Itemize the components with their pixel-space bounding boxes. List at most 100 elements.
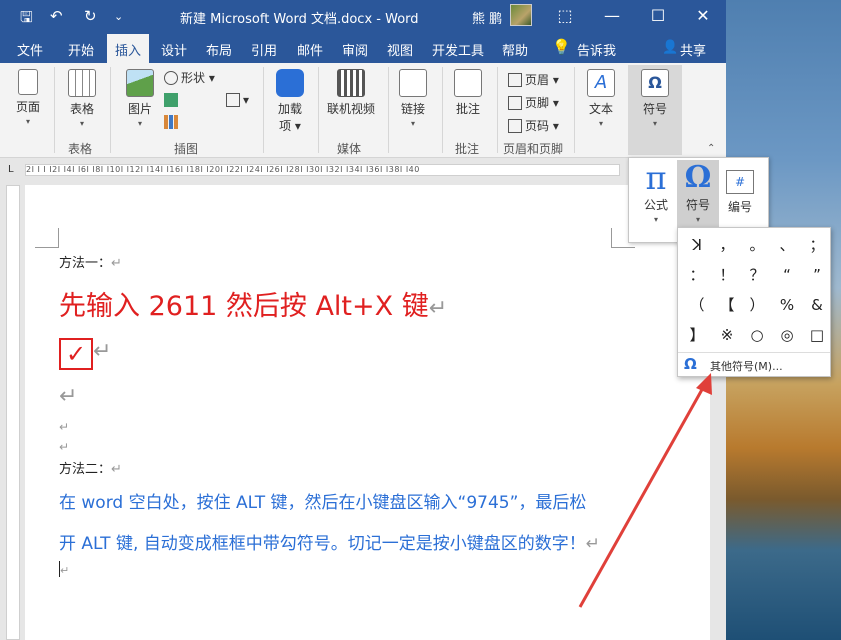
word-window: 🖫 ↶ ↻ ⌄ 新建 Microsoft Word 文档.docx - Word… [0, 0, 726, 640]
omega-icon: Ω [684, 160, 712, 195]
equation-button[interactable]: π 公式 ▾ [635, 160, 677, 236]
tell-me-box[interactable]: 告诉我 [577, 40, 616, 59]
symbol-cell[interactable]: ； [802, 230, 832, 260]
symbol-cell[interactable]: ” [802, 260, 832, 290]
cursor-line: ↵ [59, 561, 69, 578]
equation-label: 公式 [643, 198, 668, 212]
divider [442, 67, 443, 153]
tab-developer[interactable]: 开发工具 [432, 40, 484, 59]
divider [54, 67, 55, 153]
collapse-ribbon-icon[interactable]: ⌃ [707, 143, 715, 154]
empty-line: ↵ [59, 384, 77, 409]
symbol-cell[interactable]: & [802, 290, 832, 320]
number-button[interactable]: # 编号 [719, 160, 761, 236]
page-number-icon [508, 119, 522, 133]
screenshot-button[interactable]: ▾ [226, 93, 249, 107]
symbol-button[interactable]: Ω 符号 ▾ [677, 160, 719, 236]
tab-mailings[interactable]: 邮件 [297, 40, 323, 59]
page-icon [18, 69, 38, 95]
tab-help[interactable]: 帮助 [502, 40, 528, 59]
symbol-cell[interactable]: （ [682, 290, 712, 320]
customize-icon[interactable]: ⌄ [114, 10, 123, 23]
paragraph-line-1: 在 word 空白处，按住 ALT 键，然后在小键盘区输入“9745”，最后松 [59, 488, 586, 513]
online-video-button[interactable]: 联机视频 [324, 69, 378, 117]
symbol-cell[interactable]: ， [712, 230, 742, 260]
symbol-cell[interactable]: 【 [712, 290, 742, 320]
avatar[interactable] [510, 4, 532, 26]
window-title: 新建 Microsoft Word 文档.docx - Word [180, 12, 419, 27]
symbols-button[interactable]: Ω 符号 ▾ [628, 65, 682, 155]
user-name[interactable]: 熊 鹏 [472, 8, 502, 27]
text-button[interactable]: A 文本 ▾ [582, 69, 620, 128]
chevron-down-icon: ▾ [25, 117, 30, 126]
group-header-footer-label: 页眉和页脚 [503, 142, 564, 156]
share-button[interactable]: 共享 [680, 40, 706, 59]
maximize-icon[interactable]: ☐ [643, 6, 673, 25]
tab-stop-icon[interactable]: L [8, 164, 14, 175]
chart-button[interactable] [164, 115, 181, 129]
horizontal-ruler[interactable]: 2I I I I2I I4I I6I I8I I10I I12I I14I I1… [25, 164, 620, 176]
footer-button[interactable]: 页脚 ▾ [508, 94, 559, 111]
page-number-label: 页码 [525, 119, 550, 133]
paragraph-mark: ↵ [59, 420, 70, 434]
header-label: 页眉 [525, 73, 550, 87]
method1-line: 方法一：↵ [59, 252, 122, 271]
paragraph-mark: ↵ [60, 564, 70, 577]
symbol-cell[interactable]: ！ [712, 260, 742, 290]
symbol-cell[interactable]: 、 [772, 230, 802, 260]
online-video-label: 联机视频 [326, 102, 375, 116]
divider [388, 67, 389, 153]
paragraph-line-2: 开 ALT 键, 自动变成框框中带勾符号。切记一定是按小键盘区的数字！↵ [59, 529, 600, 554]
group-media-label: 媒体 [337, 142, 362, 156]
more-symbols-item[interactable]: Ω 其他符号(M)... [678, 352, 830, 376]
group-comments-label: 批注 [455, 142, 480, 156]
tab-file[interactable]: 文件 [17, 40, 43, 59]
symbol-cell[interactable]: ○ [742, 320, 772, 350]
addins-button[interactable]: 加载 项 ▾ [270, 69, 310, 134]
symbol-cell[interactable]: □ [802, 320, 832, 350]
symbol-cell[interactable]: “ [772, 260, 802, 290]
divider [263, 67, 264, 153]
link-button[interactable]: 链接 ▾ [396, 69, 430, 128]
symbol-cell[interactable]: ꓘ [682, 230, 712, 260]
divider [110, 67, 111, 153]
tab-references[interactable]: 引用 [251, 40, 277, 59]
icons-button[interactable] [164, 93, 181, 107]
share-user-icon: 👤 [662, 40, 679, 55]
page-number-button[interactable]: 页码 ▾ [508, 117, 559, 134]
group-illustrations-label: 插图 [174, 142, 199, 156]
title-bar: 🖫 ↶ ↻ ⌄ 新建 Microsoft Word 文档.docx - Word… [0, 0, 726, 33]
shapes-button[interactable]: 形状 ▾ [164, 69, 215, 86]
save-icon[interactable]: 🖫 [20, 7, 33, 32]
symbol-cell[interactable]: % [772, 290, 802, 320]
close-icon[interactable]: ✕ [688, 6, 718, 25]
symbol-cell[interactable]: ※ [712, 320, 742, 350]
tab-view[interactable]: 视图 [387, 40, 413, 59]
comment-button[interactable]: 批注 [450, 69, 486, 117]
symbol-cell[interactable]: 。 [742, 230, 772, 260]
symbol-cell[interactable]: ： [682, 260, 712, 290]
minimize-icon[interactable]: — [597, 6, 627, 25]
tab-insert[interactable]: 插入 [107, 34, 150, 63]
header-button[interactable]: 页眉 ▾ [508, 71, 559, 88]
picture-button[interactable]: 图片 ▾ [120, 69, 160, 128]
chart-icon [164, 115, 178, 129]
undo-icon[interactable]: ↶ [50, 7, 63, 25]
symbol-cell[interactable]: ） [742, 290, 772, 320]
tab-design[interactable]: 设计 [161, 40, 187, 59]
ribbon-display-icon[interactable]: ⬚ [550, 6, 580, 25]
symbol-cell[interactable]: 】 [682, 320, 712, 350]
redo-icon[interactable]: ↻ [84, 7, 97, 25]
tab-home[interactable]: 开始 [68, 40, 94, 59]
symbol-cell[interactable]: ？ [742, 260, 772, 290]
tab-layout[interactable]: 布局 [206, 40, 232, 59]
paragraph-mark: ↵ [59, 384, 78, 409]
document-page[interactable] [25, 185, 710, 640]
vertical-ruler[interactable] [6, 185, 20, 640]
icons-icon [164, 93, 178, 107]
pages-button[interactable]: 页面 ▾ [10, 69, 46, 126]
tab-review[interactable]: 审阅 [342, 40, 368, 59]
paragraph-mark: ↵ [93, 339, 112, 364]
table-button[interactable]: 表格 ▾ [62, 69, 102, 128]
symbol-cell[interactable]: ◎ [772, 320, 802, 350]
